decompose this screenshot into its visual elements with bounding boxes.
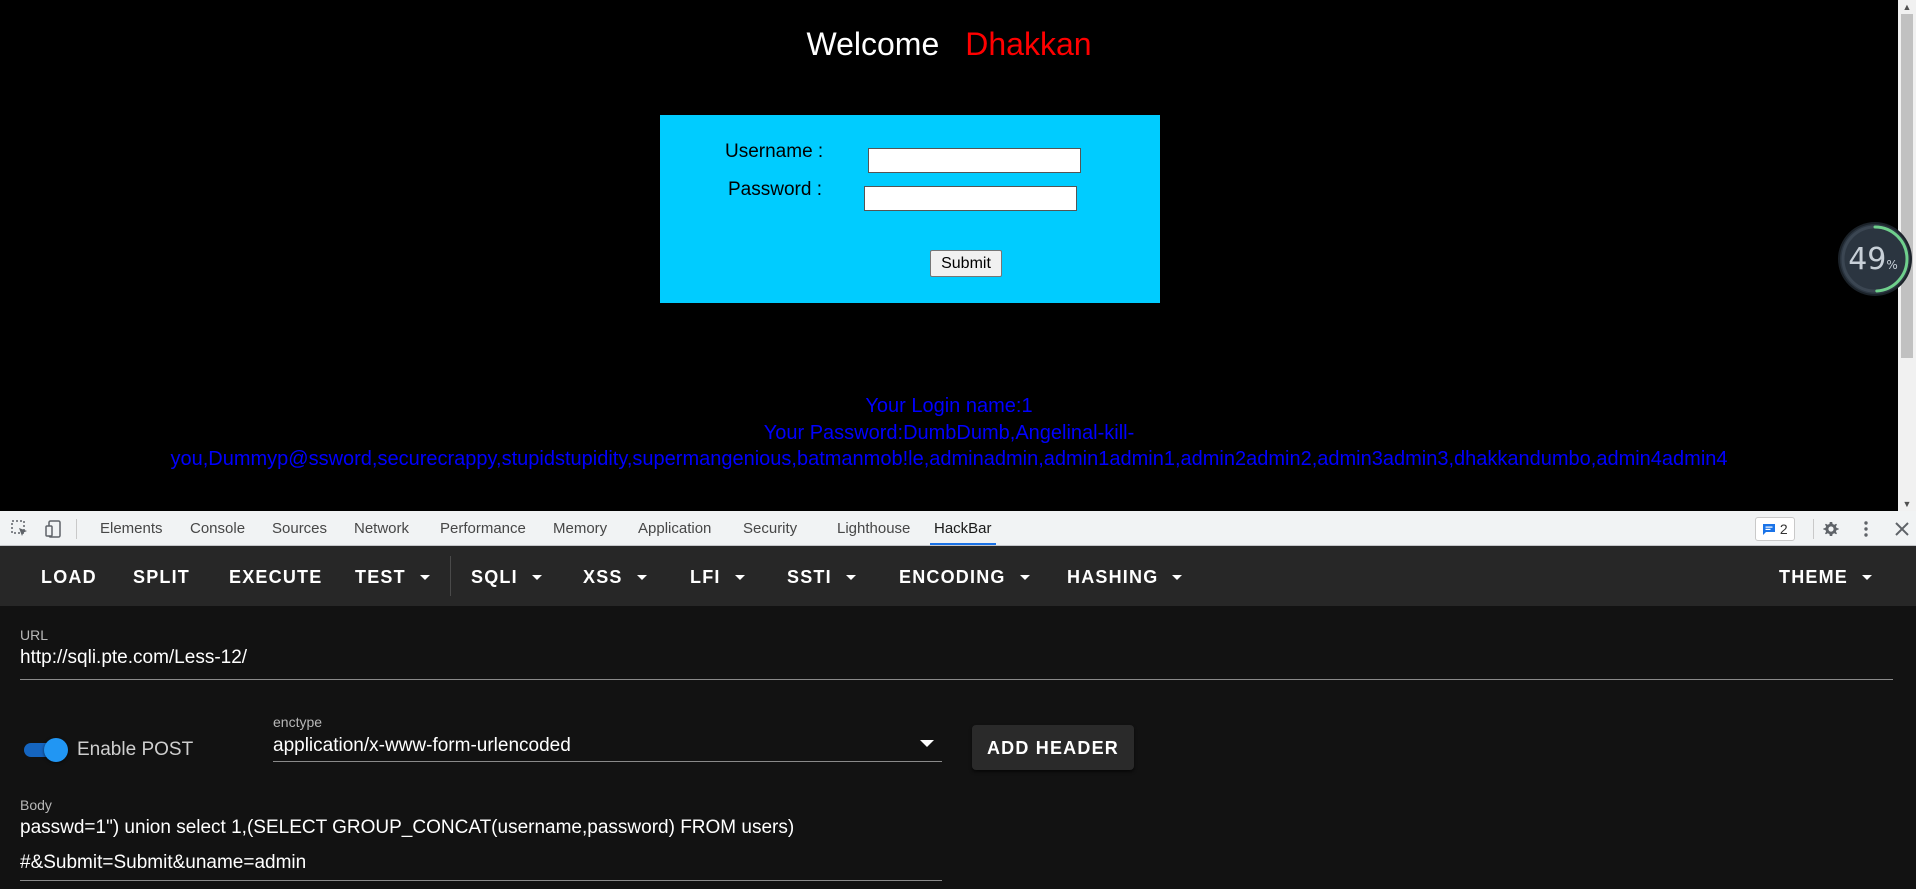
hashing-dropdown[interactable]: HASHING bbox=[1067, 546, 1183, 606]
chevron-down-icon bbox=[1862, 575, 1872, 580]
body-line: passwd=1") union select 1,(SELECT GROUP_… bbox=[20, 817, 795, 838]
password-line: Your Password:DumbDumb,Angelinal-kill- bbox=[763, 421, 1135, 444]
execute-button[interactable]: EXECUTE bbox=[229, 546, 322, 606]
enable-post-label: Enable POST bbox=[77, 739, 194, 760]
toolbar-divider bbox=[76, 519, 77, 539]
url-underline bbox=[20, 679, 1893, 680]
hashing-label: HASHING bbox=[1067, 567, 1159, 587]
tab-elements[interactable]: Elements bbox=[100, 511, 163, 545]
encoding-label: ENCODING bbox=[899, 567, 1006, 587]
tab-security[interactable]: Security bbox=[743, 511, 797, 545]
welcome-text: Welcome bbox=[806, 26, 940, 62]
xss-label: XSS bbox=[583, 567, 623, 587]
xss-dropdown[interactable]: XSS bbox=[583, 546, 647, 606]
toolbar-divider bbox=[450, 556, 451, 596]
tab-sources[interactable]: Sources bbox=[272, 511, 327, 545]
hackbar-toolbar: LOAD SPLIT EXECUTE TEST SQLI XSS LFI SST… bbox=[0, 546, 1916, 606]
body-underline bbox=[20, 880, 942, 881]
ssti-label: SSTI bbox=[787, 567, 832, 587]
username-label: Username : bbox=[725, 141, 824, 162]
enable-post-toggle[interactable] bbox=[22, 736, 68, 764]
close-icon[interactable] bbox=[1892, 519, 1912, 539]
issues-icon bbox=[1763, 524, 1775, 535]
page-viewport: Welcome Dhakkan Username : Password : Sub… bbox=[0, 0, 1898, 511]
issues-count: 2 bbox=[1779, 521, 1788, 537]
chevron-down-icon bbox=[845, 575, 856, 580]
enctype-select[interactable]: application/x-www-form-urlencoded bbox=[273, 735, 571, 757]
tab-hackbar[interactable]: HackBar bbox=[930, 511, 996, 545]
scrollbar-thumb[interactable] bbox=[1901, 14, 1913, 358]
body-label: Body bbox=[20, 797, 52, 813]
sqli-label: SQLI bbox=[471, 567, 518, 587]
chevron-down-icon bbox=[531, 575, 542, 580]
url-label: URL bbox=[20, 627, 49, 643]
hackbar-panel: URL http://sqli.pte.com/Less-12/ Enable … bbox=[0, 606, 1916, 889]
lfi-label: LFI bbox=[690, 567, 721, 587]
submit-button[interactable]: Submit bbox=[930, 250, 1002, 277]
enctype-label: enctype bbox=[273, 714, 323, 730]
tab-console[interactable]: Console bbox=[190, 511, 245, 545]
test-dropdown[interactable]: TEST bbox=[355, 546, 430, 606]
devtools-tab-bar: Elements Console Sources Network Perform… bbox=[0, 511, 1916, 546]
theme-dropdown[interactable]: THEME bbox=[1779, 546, 1872, 606]
chevron-down-icon bbox=[419, 575, 430, 580]
password-label: Password : bbox=[728, 179, 822, 200]
tab-lighthouse[interactable]: Lighthouse bbox=[837, 511, 910, 545]
add-header-button[interactable]: ADD HEADER bbox=[972, 725, 1134, 770]
body-line: #&Submit=Submit&uname=admin bbox=[20, 852, 307, 873]
password-input[interactable] bbox=[864, 186, 1077, 211]
lfi-dropdown[interactable]: LFI bbox=[690, 546, 745, 606]
enctype-underline bbox=[273, 761, 942, 762]
scroll-up-icon[interactable]: ▲ bbox=[1898, 0, 1916, 14]
password-line-continued: you,Dummyp@ssword,securecrappy,stupidstu… bbox=[170, 448, 1728, 470]
ssti-dropdown[interactable]: SSTI bbox=[787, 546, 856, 606]
kebab-menu-icon[interactable] bbox=[1856, 519, 1876, 539]
chevron-down-icon bbox=[636, 575, 647, 580]
login-result: Your Login name:1 Your Password:DumbDumb… bbox=[0, 393, 1898, 473]
username-input[interactable] bbox=[868, 148, 1081, 173]
chevron-down-icon bbox=[1172, 575, 1183, 580]
url-input[interactable]: http://sqli.pte.com/Less-12/ bbox=[20, 647, 247, 669]
chevron-down-icon bbox=[1019, 575, 1030, 580]
test-label: TEST bbox=[355, 567, 406, 587]
gear-icon[interactable] bbox=[1821, 519, 1841, 539]
load-button[interactable]: LOAD bbox=[41, 546, 97, 606]
welcome-heading: Welcome Dhakkan bbox=[0, 26, 1898, 63]
tab-network[interactable]: Network bbox=[354, 511, 409, 545]
theme-label: THEME bbox=[1779, 567, 1848, 587]
split-button[interactable]: SPLIT bbox=[133, 546, 190, 606]
chevron-down-icon bbox=[734, 575, 745, 580]
login-name-line: Your Login name:1 bbox=[865, 395, 1033, 417]
progress-value: 49% bbox=[1848, 242, 1898, 277]
toggle-knob bbox=[44, 738, 68, 762]
scroll-down-icon[interactable]: ▼ bbox=[1898, 497, 1916, 511]
inspect-element-icon[interactable] bbox=[10, 519, 30, 539]
encoding-dropdown[interactable]: ENCODING bbox=[899, 546, 1030, 606]
sqli-dropdown[interactable]: SQLI bbox=[471, 546, 542, 606]
toolbar-divider bbox=[1813, 519, 1814, 539]
progress-badge[interactable]: 49% bbox=[1840, 224, 1910, 294]
login-form: Username : Password : Submit bbox=[660, 115, 1160, 303]
welcome-username: Dhakkan bbox=[965, 26, 1092, 62]
issues-badge[interactable]: 2 bbox=[1755, 517, 1795, 541]
tab-memory[interactable]: Memory bbox=[553, 511, 607, 545]
device-toggle-icon[interactable] bbox=[44, 519, 64, 539]
tab-application[interactable]: Application bbox=[638, 511, 711, 545]
tab-performance[interactable]: Performance bbox=[440, 511, 526, 545]
chevron-down-icon[interactable] bbox=[920, 740, 934, 747]
